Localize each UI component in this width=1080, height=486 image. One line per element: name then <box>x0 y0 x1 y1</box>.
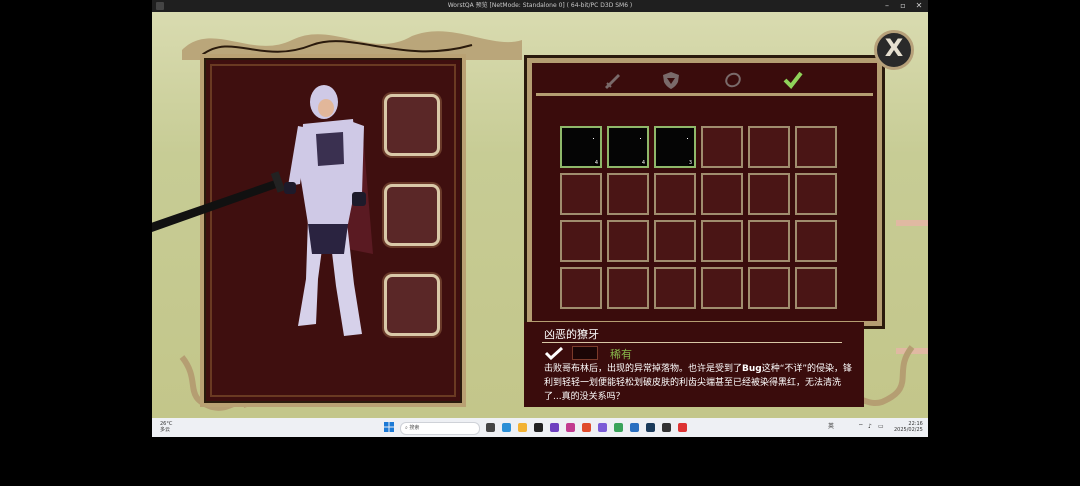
item-quantity: 4 <box>640 160 646 166</box>
item-rarity: 稀有 <box>610 348 632 361</box>
taskbar-search[interactable]: ⌕ 搜索 <box>400 422 480 435</box>
inventory-slot[interactable] <box>654 267 696 309</box>
inventory-slot[interactable]: 3 <box>654 126 696 168</box>
app-icon[interactable] <box>550 423 559 432</box>
inventory-slot[interactable] <box>701 173 743 215</box>
search-icon: ⌕ <box>405 425 408 431</box>
inventory-panel: 4 4 3 <box>527 58 882 326</box>
inventory-slot[interactable]: 4 <box>607 126 649 168</box>
inventory-slot[interactable] <box>748 173 790 215</box>
app-icon[interactable] <box>566 423 575 432</box>
inventory-slot[interactable] <box>795 126 837 168</box>
checkmark-icon[interactable] <box>782 70 804 90</box>
sword-blade <box>152 179 282 232</box>
app-icon[interactable] <box>630 423 639 432</box>
inventory-slot[interactable] <box>607 267 649 309</box>
wifi-icon[interactable]: ⌔ <box>858 423 864 430</box>
screen: WorstQA 预览 [NetMode: Standalone 0] ( 64-… <box>0 0 1080 486</box>
window-titlebar: WorstQA 预览 [NetMode: Standalone 0] ( 64-… <box>152 0 928 12</box>
shield-icon[interactable] <box>660 70 682 90</box>
editor-window: WorstQA 预览 [NetMode: Standalone 0] ( 64-… <box>152 0 928 437</box>
inventory-slot[interactable] <box>654 173 696 215</box>
fence-stripe <box>896 220 928 226</box>
window-title: WorstQA 预览 [NetMode: Standalone 0] ( 64-… <box>447 2 633 9</box>
sword-icon[interactable] <box>602 70 624 90</box>
character-model[interactable] <box>152 64 408 354</box>
rarity-swatch <box>572 346 598 360</box>
weather-desc: 多云 <box>160 427 171 433</box>
inventory-slot[interactable] <box>701 267 743 309</box>
clock[interactable]: 22:16 2025/02/25 <box>894 421 923 433</box>
item-icon <box>687 138 688 139</box>
app-icon[interactable] <box>614 423 623 432</box>
desc-bug: Bug <box>742 364 762 374</box>
task-view-icon[interactable] <box>486 423 495 432</box>
item-icon <box>593 138 594 139</box>
inventory-slot[interactable] <box>748 126 790 168</box>
item-quantity: 4 <box>593 160 599 166</box>
inventory-slot[interactable] <box>560 173 602 215</box>
inventory-slot[interactable] <box>748 220 790 262</box>
volume-icon[interactable]: ♪ <box>868 423 872 430</box>
divider <box>542 342 842 343</box>
inventory-slot[interactable] <box>654 220 696 262</box>
character-panel <box>152 54 466 407</box>
game-viewport[interactable]: 4 4 3 X 凶恶的獠牙 稀有 击败哥布林后，出现的异常掉落物。也许是受到了Bug… <box>152 12 928 418</box>
equip-slot-2[interactable] <box>384 184 440 246</box>
inventory-slot[interactable] <box>560 267 602 309</box>
item-description-panel: 凶恶的獠牙 稀有 击败哥布林后，出现的异常掉落物。也许是受到了Bug这种“不详”… <box>524 322 864 407</box>
inventory-tab-bar <box>536 67 873 96</box>
clock-date: 2025/02/25 <box>894 427 923 433</box>
item-description: 击败哥布林后，出现的异常掉落物。也许是受到了Bug这种“不详”的侵染，锋利到轻轻… <box>544 362 856 404</box>
inventory-slot[interactable] <box>560 220 602 262</box>
inventory-slot[interactable] <box>748 267 790 309</box>
equip-slot-3[interactable] <box>384 274 440 336</box>
terminal-icon[interactable] <box>534 423 543 432</box>
inventory-slot[interactable] <box>701 126 743 168</box>
tray-lang[interactable]: 英 <box>828 423 834 430</box>
search-placeholder: 搜索 <box>409 425 420 431</box>
desc-part: 击败哥布林后，出现的异常掉落物。也许是受到了 <box>544 364 743 374</box>
inventory-slot[interactable] <box>607 220 649 262</box>
windows-start-icon[interactable] <box>384 422 394 432</box>
item-quantity: 3 <box>687 160 693 166</box>
item-name: 凶恶的獠牙 <box>544 328 599 341</box>
close-menu-button[interactable]: X <box>874 30 914 70</box>
weather-widget[interactable]: 26°C 多云 <box>160 421 172 433</box>
app-icon[interactable] <box>646 423 655 432</box>
inventory-slot[interactable] <box>795 173 837 215</box>
checkmark-icon <box>544 346 564 360</box>
app-icon[interactable] <box>678 423 687 432</box>
inventory-slot[interactable] <box>795 220 837 262</box>
file-explorer-icon[interactable] <box>518 423 527 432</box>
app-icon[interactable] <box>582 423 591 432</box>
inventory-slot[interactable] <box>701 220 743 262</box>
visual-studio-icon[interactable] <box>598 423 607 432</box>
unreal-icon[interactable] <box>662 423 671 432</box>
necklace-icon[interactable] <box>722 70 744 90</box>
battery-icon[interactable]: ▭ <box>878 423 884 430</box>
inventory-slot[interactable] <box>607 173 649 215</box>
edge-icon[interactable] <box>502 423 511 432</box>
taskbar: 26°C 多云 ⌕ 搜索 英 ⌔ ♪ ▭ 22:16 2025/02/25 <box>152 418 928 437</box>
app-icon <box>156 2 164 10</box>
inventory-slot[interactable] <box>795 267 837 309</box>
item-icon <box>640 138 641 139</box>
inventory-slot[interactable]: 4 <box>560 126 602 168</box>
window-close-button[interactable]: ✕ <box>908 0 928 12</box>
equip-slot-1[interactable] <box>384 94 440 156</box>
